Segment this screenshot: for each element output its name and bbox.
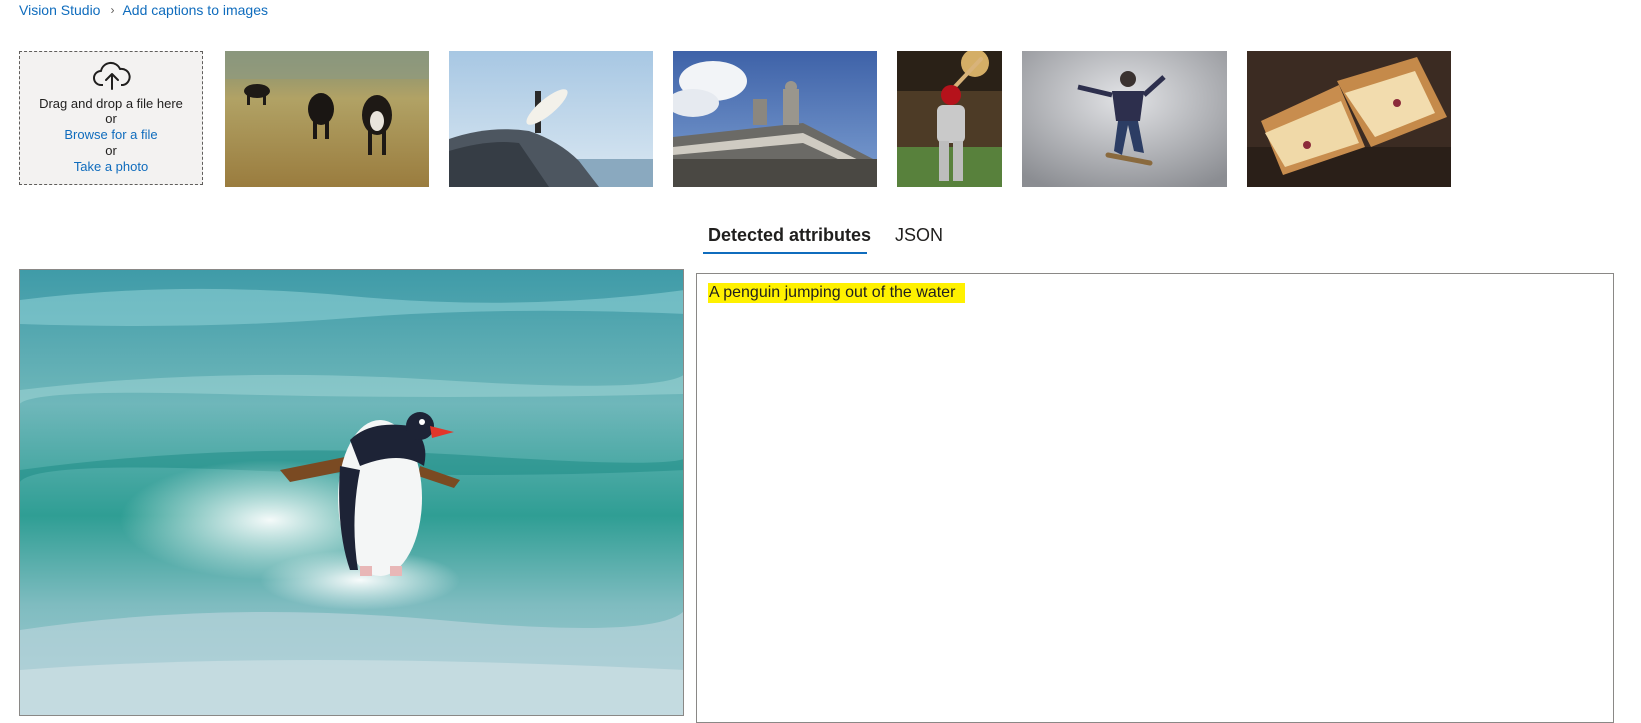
analyzed-image-penguin [19,269,684,716]
sample-image-sandwich[interactable] [1247,51,1451,187]
sample-image-cows[interactable] [225,51,429,187]
cloud-upload-icon [93,61,131,94]
tab-json[interactable]: JSON [895,225,943,246]
sample-image-surfer[interactable] [449,51,653,187]
or-text: or [105,143,117,158]
file-upload-dropzone[interactable]: Drag and drop a file here or Browse for … [19,51,203,185]
sample-image-skateboarder[interactable] [1022,51,1227,187]
sample-image-baseball[interactable] [897,51,1002,187]
active-tab-indicator [703,252,867,254]
detected-attributes-panel: A penguin jumping out of the water [696,273,1614,723]
caption-result: A penguin jumping out of the water [708,283,966,303]
chevron-right-icon: › [110,3,115,17]
tab-detected-attributes[interactable]: Detected attributes [708,225,871,246]
breadcrumb: Vision Studio › Add captions to images [19,1,268,19]
take-photo-link[interactable]: Take a photo [20,159,202,174]
drag-drop-text: Drag and drop a file here [39,96,183,111]
or-text: or [105,111,117,126]
breadcrumb-current-page[interactable]: Add captions to images [122,2,268,18]
breadcrumb-vision-studio-link[interactable]: Vision Studio [19,2,100,18]
browse-file-link[interactable]: Browse for a file [20,127,202,142]
sample-image-building[interactable] [673,51,877,187]
